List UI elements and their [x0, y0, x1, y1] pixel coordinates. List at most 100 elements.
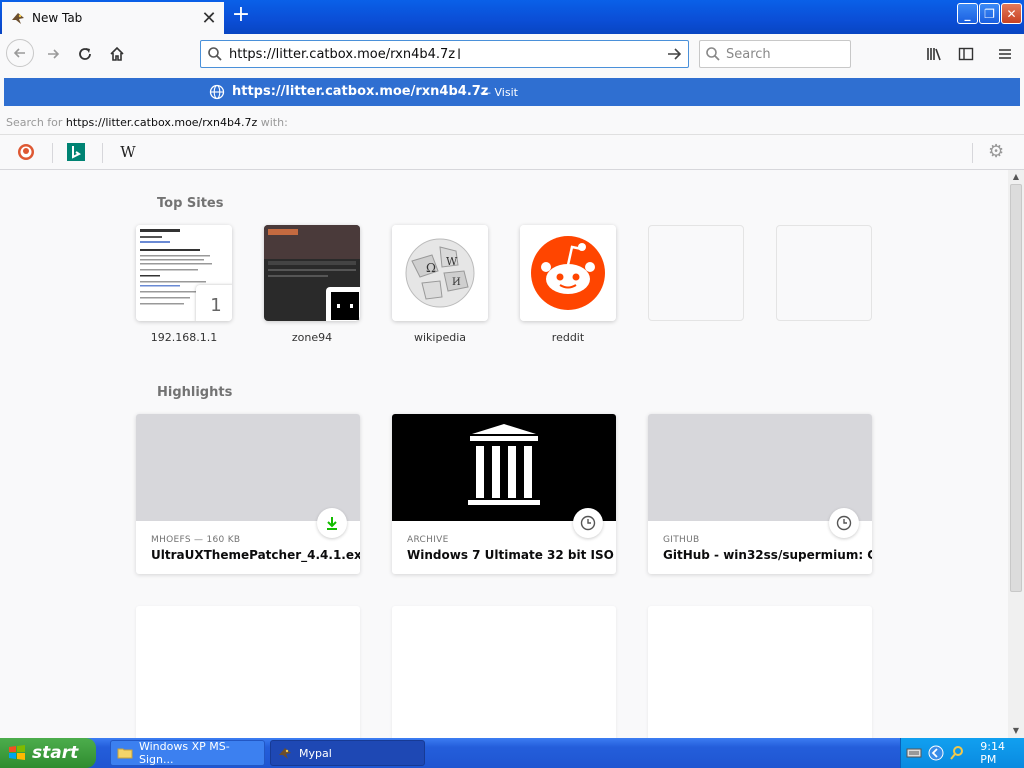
- start-button[interactable]: start: [0, 738, 96, 768]
- forward-button[interactable]: [40, 41, 66, 67]
- engine-separator: [102, 143, 103, 163]
- start-label: start: [32, 743, 79, 763]
- system-tray: 9:14 PM: [900, 738, 1024, 768]
- highlight-card[interactable]: GITHUB GitHub - win32ss/supermium: C...: [648, 414, 872, 574]
- taskbar-item-label: Windows XP MS-Sign...: [138, 740, 230, 766]
- zone94-favicon-icon: [326, 287, 360, 321]
- search-icon: [201, 46, 229, 62]
- address-input[interactable]: https://litter.catbox.moe/rxn4b4.7z: [229, 47, 660, 62]
- search-bar[interactable]: Search: [699, 40, 851, 68]
- clock-icon: [573, 508, 603, 538]
- globe-icon: [209, 84, 225, 100]
- duckduckgo-icon[interactable]: [16, 142, 36, 162]
- svg-text:W: W: [446, 255, 458, 268]
- tray-expand-chevron-icon[interactable]: [927, 744, 945, 762]
- highlight-source: MHOEFS — 160 KB: [151, 535, 241, 545]
- search-tray-icon[interactable]: [949, 744, 967, 762]
- tab-title: New Tab: [32, 11, 83, 25]
- highlight-title: GitHub - win32ss/supermium: C...: [663, 548, 872, 562]
- window-controls: _ ❐ ✕: [957, 3, 1022, 24]
- reload-button[interactable]: [72, 41, 98, 67]
- bing-icon[interactable]: [66, 142, 86, 162]
- keyboard-icon[interactable]: [905, 744, 923, 762]
- search-input[interactable]: Search: [726, 47, 771, 62]
- top-site-empty-slot[interactable]: [776, 225, 872, 321]
- top-site-label: wikipedia: [413, 331, 466, 344]
- clock-icon: [829, 508, 859, 538]
- engine-separator: [972, 143, 973, 163]
- top-site-zone94[interactable]: [264, 225, 360, 321]
- highlight-title: UltraUXThemePatcher_4.4.1.exe: [151, 548, 360, 562]
- highlight-title: Windows 7 Ultimate 32 bit ISO (...: [407, 548, 616, 562]
- top-site-192-168-1-1[interactable]: 1: [136, 225, 232, 321]
- navigation-toolbar: https://litter.catbox.moe/rxn4b4.7z I Se…: [0, 34, 1024, 74]
- new-tab-button[interactable]: +: [230, 4, 252, 28]
- suggestion-url: https://litter.catbox.moe/rxn4b4.7z: [232, 84, 489, 99]
- reload-icon: [79, 48, 91, 60]
- taskbar-item-windows-xp-folder[interactable]: Windows XP MS-Sign...: [110, 740, 265, 766]
- url-suggestions-popup: https://litter.catbox.moe/rxn4b4.7z — Vi…: [0, 74, 1024, 170]
- clock: 9:14 PM: [980, 740, 1005, 766]
- top-site-label: 192.168.1.1: [150, 331, 218, 344]
- highlight-card[interactable]: MHOEFS — 160 KB UltraUXThemePatcher_4.4.…: [136, 414, 360, 574]
- search-engine-bar: W ⚙: [0, 134, 1024, 168]
- svg-text:Ω: Ω: [426, 261, 436, 275]
- restore-button[interactable]: ❐: [979, 3, 1000, 24]
- internet-archive-logo-icon: [392, 414, 616, 521]
- hamburger-menu-icon: [999, 49, 1011, 59]
- top-sites-heading: Top Sites: [157, 196, 224, 211]
- highlights-heading: Highlights: [157, 385, 233, 400]
- top-site-badge: 1: [196, 285, 232, 321]
- new-tab-page: Top Sites 1 192.168.1.1 zone94 Ω W И wik…: [0, 170, 1008, 738]
- minimize-button[interactable]: _: [957, 3, 978, 24]
- text-cursor-icon: I: [457, 47, 462, 63]
- scroll-thumb[interactable]: [1010, 184, 1022, 592]
- home-button[interactable]: [104, 41, 130, 67]
- svg-text:И: И: [452, 277, 461, 288]
- go-arrow-icon[interactable]: [660, 46, 688, 62]
- library-icon: [927, 48, 941, 61]
- mypal-icon: [279, 748, 291, 759]
- highlight-thumbnail: [648, 414, 872, 521]
- wikipedia-engine-icon[interactable]: W: [118, 142, 138, 162]
- menu-button[interactable]: [992, 41, 1018, 67]
- library-button[interactable]: [922, 41, 948, 67]
- highlight-source: ARCHIVE: [407, 535, 449, 545]
- tab-close-icon[interactable]: ✕: [200, 8, 218, 29]
- wikipedia-globe-icon: Ω W И: [392, 225, 488, 321]
- page-scrollbar[interactable]: ▲ ▼: [1008, 170, 1024, 738]
- top-site-label: zone94: [291, 331, 333, 344]
- browser-window: New Tab ✕ + _ ❐ ✕ https://litter.catbox.…: [0, 0, 1024, 768]
- taskbar-item-mypal[interactable]: Mypal: [270, 740, 425, 766]
- back-button[interactable]: [6, 39, 34, 67]
- forward-arrow-icon: [48, 49, 60, 59]
- top-site-label: reddit: [551, 331, 585, 344]
- taskbar-item-label: Mypal: [299, 746, 332, 760]
- suggestion-visit-row[interactable]: https://litter.catbox.moe/rxn4b4.7z — Vi…: [4, 78, 1020, 106]
- highlight-card[interactable]: ARCHIVE Windows 7 Ultimate 32 bit ISO (.…: [392, 414, 616, 574]
- highlight-card-placeholder: [648, 606, 872, 738]
- top-site-reddit[interactable]: [520, 225, 616, 321]
- highlight-thumbnail: [136, 414, 360, 521]
- top-site-empty-slot[interactable]: [648, 225, 744, 321]
- mypal-favicon-icon: [10, 10, 26, 26]
- reddit-icon: [520, 225, 616, 321]
- folder-icon: [117, 748, 133, 759]
- engine-separator: [52, 143, 53, 163]
- scroll-down-icon[interactable]: ▼: [1008, 724, 1024, 738]
- top-site-wikipedia[interactable]: Ω W И: [392, 225, 488, 321]
- search-settings-gear-icon[interactable]: ⚙: [988, 141, 1004, 162]
- address-bar[interactable]: https://litter.catbox.moe/rxn4b4.7z I: [200, 40, 689, 68]
- scroll-up-icon[interactable]: ▲: [1008, 170, 1024, 184]
- download-icon: [317, 508, 347, 538]
- sidebar-button[interactable]: [953, 41, 979, 67]
- sidebar-icon: [958, 47, 974, 61]
- highlight-card-placeholder: [136, 606, 360, 738]
- highlight-card-placeholder: [392, 606, 616, 738]
- highlight-source: GITHUB: [663, 535, 700, 545]
- windows-flag-icon: [9, 745, 25, 760]
- close-window-button[interactable]: ✕: [1001, 3, 1022, 24]
- suggestion-action: — Visit: [480, 86, 518, 99]
- title-bar: New Tab ✕ + _ ❐ ✕: [0, 0, 1024, 34]
- tab-new-tab[interactable]: New Tab ✕: [2, 2, 224, 34]
